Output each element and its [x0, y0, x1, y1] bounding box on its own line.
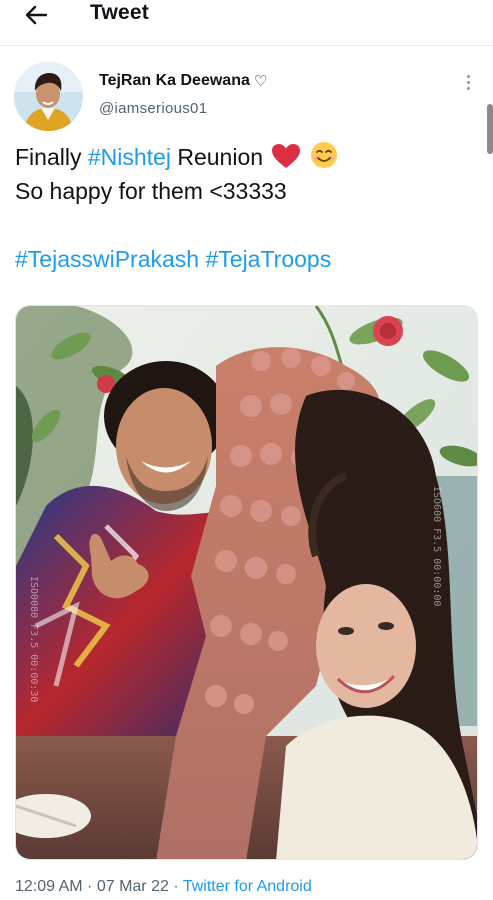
- more-dot: [466, 86, 470, 90]
- more-options-button[interactable]: [458, 70, 478, 94]
- tweet-time: 12:09 AM: [15, 878, 83, 895]
- tweet-photo[interactable]: ISO0080 F3.5 00:00:30 ISO600 F3.5 00:00:…: [15, 305, 478, 860]
- tweet-metadata: 12:09 AM · 07 Mar 22 · Twitter for Andro…: [15, 878, 312, 896]
- more-dot: [466, 80, 470, 84]
- tweet-text-segment: Reunion: [170, 144, 264, 170]
- tweet-source-link[interactable]: Twitter for Android: [183, 878, 312, 895]
- top-bar: Tweet: [0, 0, 493, 46]
- heart-outline-icon: ♡: [253, 72, 268, 90]
- profile-avatar: [14, 62, 83, 131]
- scrollbar[interactable]: [487, 104, 493, 154]
- hashtag-nishtej[interactable]: #Nishtej: [88, 144, 171, 170]
- watermark-left: ISO0080 F3.5 00:00:30: [28, 576, 39, 702]
- hashtag-tejasswiprakash[interactable]: #TejasswiPrakash: [15, 246, 199, 272]
- author-display-name: TejRan Ka Deewana: [99, 72, 250, 89]
- smiling-face-emoji: [310, 142, 337, 168]
- hashtag-tejatroops[interactable]: #TejaTroops: [205, 246, 331, 272]
- more-dots-icon: [466, 74, 470, 78]
- tweet-hashtags-line: #TejasswiPrakash #TejaTroops: [15, 242, 480, 276]
- back-button[interactable]: [20, 0, 52, 30]
- tweet-text-segment: Finally: [15, 144, 88, 170]
- watermark-right: ISO600 F3.5 00:00:00: [431, 486, 442, 606]
- tweet-date: 07 Mar 22: [96, 878, 169, 895]
- author-name[interactable]: TejRan Ka Deewana ♡: [99, 72, 267, 90]
- photo-image: ISO0080 F3.5 00:00:30 ISO600 F3.5 00:00:…: [16, 306, 477, 859]
- red-heart-emoji: [272, 144, 301, 168]
- author-handle[interactable]: @iamserious01: [99, 100, 207, 117]
- arrow-left-icon: [25, 5, 47, 25]
- tweet-text: Finally #Nishtej Reunion So happy for th…: [15, 140, 480, 276]
- meta-separator: ·: [168, 878, 183, 895]
- meta-separator: ·: [82, 878, 97, 895]
- page-title: Tweet: [90, 1, 149, 24]
- tweet-line-1: Finally #Nishtej Reunion: [15, 140, 480, 174]
- avatar[interactable]: [14, 62, 83, 131]
- tweet-line-2: So happy for them <33333: [15, 178, 287, 204]
